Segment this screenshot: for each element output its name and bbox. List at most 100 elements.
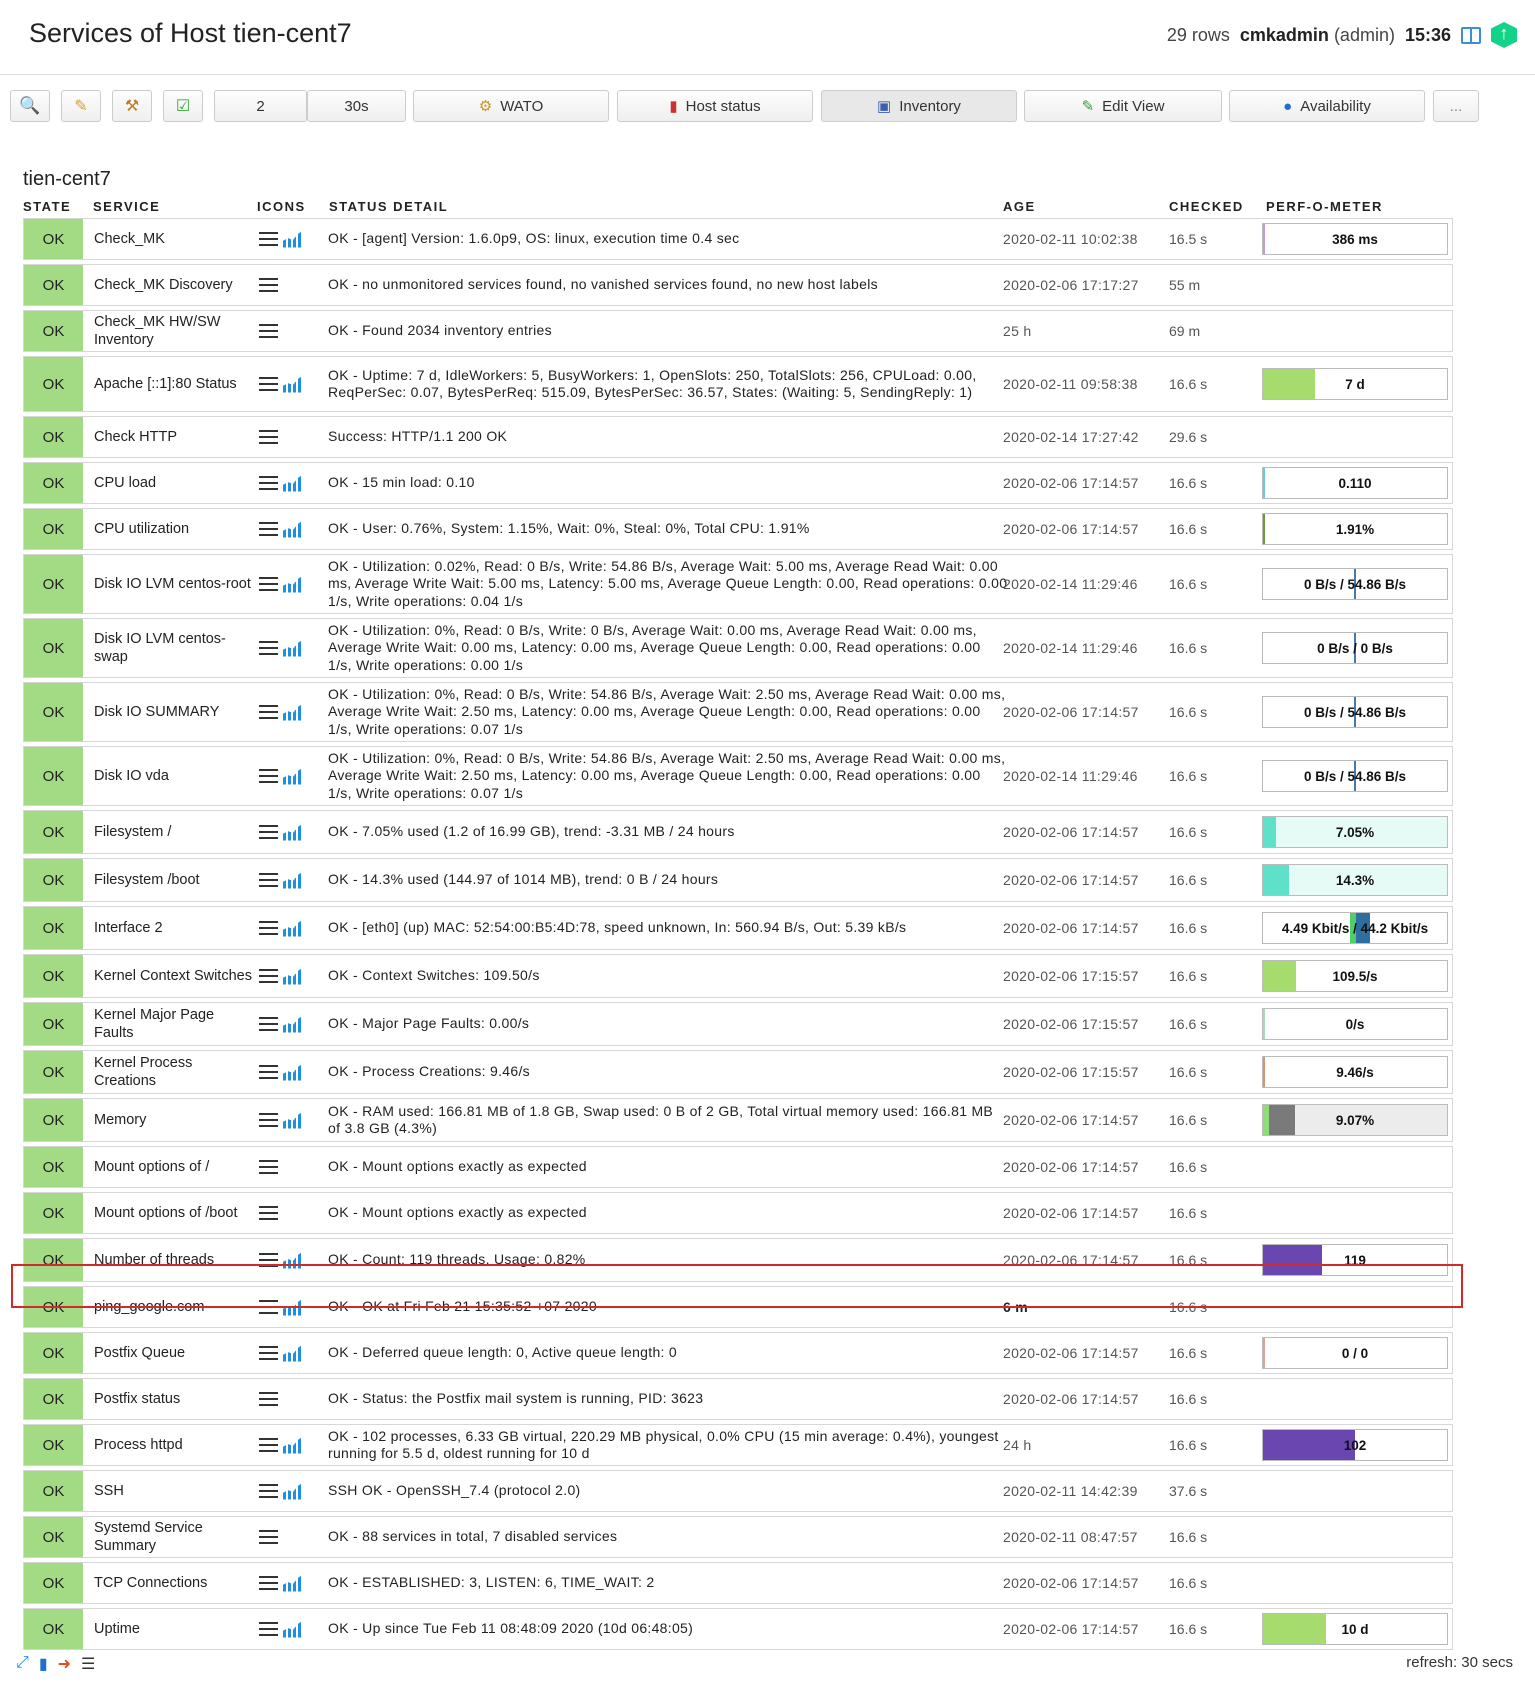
service-name-link[interactable]: Kernel Context Switches bbox=[94, 955, 254, 997]
action-menu-icon[interactable] bbox=[259, 1484, 278, 1498]
graph-icon[interactable] bbox=[283, 823, 303, 841]
refresh-count[interactable]: 2 bbox=[214, 90, 307, 122]
col-perf-o-meter[interactable]: PERF-O-METER bbox=[1266, 199, 1383, 214]
forward-icon[interactable]: ➜ bbox=[58, 1654, 71, 1674]
perf-o-meter[interactable]: 0/s bbox=[1262, 1008, 1448, 1040]
col-checked[interactable]: CHECKED bbox=[1169, 199, 1244, 214]
graph-icon[interactable] bbox=[283, 1015, 303, 1033]
graph-icon[interactable] bbox=[283, 639, 303, 657]
action-menu-icon[interactable] bbox=[259, 1160, 278, 1174]
action-menu-icon[interactable] bbox=[259, 969, 278, 983]
service-name-link[interactable]: Postfix status bbox=[94, 1379, 254, 1419]
perf-o-meter[interactable]: 0 B/s / 54.86 B/s bbox=[1262, 568, 1448, 600]
perf-o-meter[interactable]: 0 B/s / 0 B/s bbox=[1262, 632, 1448, 664]
book-icon[interactable] bbox=[1461, 26, 1481, 44]
refresh-interval[interactable]: 30s bbox=[307, 90, 406, 122]
service-name-link[interactable]: SSH bbox=[94, 1471, 254, 1511]
graph-icon[interactable] bbox=[283, 1111, 303, 1129]
checkmk-logo-icon[interactable] bbox=[1491, 22, 1517, 48]
menu-icon[interactable]: ☰ bbox=[81, 1654, 95, 1674]
service-name-link[interactable]: Filesystem / bbox=[94, 811, 254, 853]
action-menu-icon[interactable] bbox=[259, 278, 278, 292]
action-menu-icon[interactable] bbox=[259, 430, 278, 444]
perf-o-meter[interactable]: 1.91% bbox=[1262, 513, 1448, 545]
action-menu-icon[interactable] bbox=[259, 1113, 278, 1127]
service-name-link[interactable]: CPU load bbox=[94, 463, 254, 503]
graph-icon[interactable] bbox=[283, 1063, 303, 1081]
action-menu-icon[interactable] bbox=[259, 769, 278, 783]
graph-icon[interactable] bbox=[283, 967, 303, 985]
service-name-link[interactable]: Disk IO LVM centos-swap bbox=[94, 619, 254, 677]
graph-icon[interactable] bbox=[283, 919, 303, 937]
graph-icon[interactable] bbox=[283, 1344, 303, 1362]
graph-icon[interactable] bbox=[283, 703, 303, 721]
service-name-link[interactable]: Mount options of /boot bbox=[94, 1193, 254, 1233]
col-status-detail[interactable]: STATUS DETAIL bbox=[329, 199, 448, 214]
action-menu-icon[interactable] bbox=[259, 641, 278, 655]
search-button[interactable]: 🔍 bbox=[10, 90, 50, 122]
action-menu-icon[interactable] bbox=[259, 1576, 278, 1590]
action-menu-icon[interactable] bbox=[259, 873, 278, 887]
availability-button[interactable]: ● Availability bbox=[1229, 90, 1425, 122]
col-age[interactable]: AGE bbox=[1003, 199, 1036, 214]
fullscreen-icon[interactable]: ⤢ bbox=[16, 1654, 29, 1674]
service-name-link[interactable]: Systemd Service Summary bbox=[94, 1517, 254, 1557]
action-menu-icon[interactable] bbox=[259, 577, 278, 591]
graph-icon[interactable] bbox=[283, 230, 303, 248]
service-name-link[interactable]: Process httpd bbox=[94, 1425, 254, 1465]
perf-o-meter[interactable]: 0.110 bbox=[1262, 467, 1448, 499]
service-name-link[interactable]: Uptime bbox=[94, 1609, 254, 1649]
perf-o-meter[interactable]: 9.46/s bbox=[1262, 1056, 1448, 1088]
action-menu-icon[interactable] bbox=[259, 522, 278, 536]
wato-button[interactable]: ⚙ WATO bbox=[413, 90, 609, 122]
more-button[interactable]: ... bbox=[1433, 90, 1479, 122]
service-name-link[interactable]: Disk IO vda bbox=[94, 747, 254, 805]
graph-icon[interactable] bbox=[283, 375, 303, 393]
service-name-link[interactable]: Postfix Queue bbox=[94, 1333, 254, 1373]
service-name-link[interactable]: Check_MK HW/SW Inventory bbox=[94, 311, 254, 351]
service-name-link[interactable]: Disk IO SUMMARY bbox=[94, 683, 254, 741]
service-name-link[interactable]: Kernel Process Creations bbox=[94, 1051, 254, 1093]
service-name-link[interactable]: Memory bbox=[94, 1099, 254, 1141]
commands-button[interactable]: ⚒ bbox=[112, 90, 152, 122]
action-menu-icon[interactable] bbox=[259, 1017, 278, 1031]
graph-icon[interactable] bbox=[283, 871, 303, 889]
perf-o-meter[interactable]: 4.49 Kbit/s / 44.2 Kbit/s bbox=[1262, 912, 1448, 944]
col-state[interactable]: STATE bbox=[23, 199, 71, 214]
graph-icon[interactable] bbox=[283, 1482, 303, 1500]
graph-icon[interactable] bbox=[283, 575, 303, 593]
action-menu-icon[interactable] bbox=[259, 476, 278, 490]
col-service[interactable]: SERVICE bbox=[93, 199, 160, 214]
graph-icon[interactable] bbox=[283, 1436, 303, 1454]
action-menu-icon[interactable] bbox=[259, 705, 278, 719]
action-menu-icon[interactable] bbox=[259, 1530, 278, 1544]
perf-o-meter[interactable]: 0 B/s / 54.86 B/s bbox=[1262, 696, 1448, 728]
action-menu-icon[interactable] bbox=[259, 1438, 278, 1452]
action-menu-icon[interactable] bbox=[259, 1065, 278, 1079]
inventory-button[interactable]: ▣ Inventory bbox=[821, 90, 1017, 122]
service-name-link[interactable]: Interface 2 bbox=[94, 907, 254, 949]
perf-o-meter[interactable]: 7.05% bbox=[1262, 816, 1448, 848]
perf-o-meter[interactable]: 7 d bbox=[1262, 368, 1448, 400]
service-name-link[interactable]: Apache [::1]:80 Status bbox=[94, 357, 254, 411]
perf-o-meter[interactable]: 10 d bbox=[1262, 1613, 1448, 1645]
service-name-link[interactable]: Disk IO LVM centos-root bbox=[94, 555, 254, 613]
username[interactable]: cmkadmin bbox=[1240, 25, 1329, 45]
perf-o-meter[interactable]: 0 B/s / 54.86 B/s bbox=[1262, 760, 1448, 792]
action-menu-icon[interactable] bbox=[259, 377, 278, 391]
perf-o-meter[interactable]: 9.07% bbox=[1262, 1104, 1448, 1136]
service-name-link[interactable]: CPU utilization bbox=[94, 509, 254, 549]
action-menu-icon[interactable] bbox=[259, 921, 278, 935]
service-name-link[interactable]: Kernel Major Page Faults bbox=[94, 1003, 254, 1045]
host-name-heading[interactable]: tien-cent7 bbox=[23, 168, 111, 191]
perf-o-meter[interactable]: 102 bbox=[1262, 1429, 1448, 1461]
graph-icon[interactable] bbox=[283, 474, 303, 492]
graph-icon[interactable] bbox=[283, 520, 303, 538]
action-menu-icon[interactable] bbox=[259, 1392, 278, 1406]
service-name-link[interactable]: Check_MK Discovery bbox=[94, 265, 254, 305]
graph-icon[interactable] bbox=[283, 1620, 303, 1638]
action-menu-icon[interactable] bbox=[259, 324, 278, 338]
service-name-link[interactable]: Check HTTP bbox=[94, 417, 254, 457]
action-menu-icon[interactable] bbox=[259, 825, 278, 839]
action-menu-icon[interactable] bbox=[259, 1622, 278, 1636]
